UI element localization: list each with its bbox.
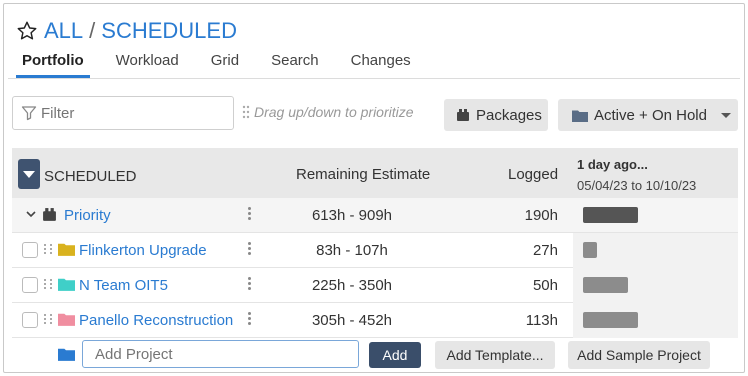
breadcrumb-current[interactable]: SCHEDULED xyxy=(101,18,237,44)
remaining-estimate: 305h - 452h xyxy=(311,312,393,329)
drag-hint-text: Drag up/down to prioritize xyxy=(254,104,414,120)
drag-handle-icon xyxy=(242,105,250,119)
folder-icon xyxy=(58,348,75,361)
folder-icon xyxy=(58,278,75,291)
package-icon xyxy=(457,109,469,121)
table-row[interactable]: Flinkerton Upgrade 83h - 107h 27h xyxy=(12,233,738,268)
timeline-range: 05/04/23 to 10/10/23 xyxy=(577,178,697,193)
remaining-estimate: 83h - 107h xyxy=(316,242,388,259)
folder-icon xyxy=(572,110,588,122)
project-name[interactable]: Panello Reconstruction xyxy=(79,312,233,329)
timeline-bar[interactable] xyxy=(583,277,628,293)
section-title: SCHEDULED xyxy=(44,168,137,185)
logged-hours: 113h xyxy=(525,312,558,329)
folder-icon xyxy=(58,313,75,326)
add-project-row: Add Add Template... Add Sample Project xyxy=(12,338,738,374)
tab-grid[interactable]: Grid xyxy=(205,50,245,78)
breadcrumb-separator: / xyxy=(89,18,96,43)
drag-hint: Drag up/down to prioritize xyxy=(242,104,414,120)
column-header-logged[interactable]: Logged xyxy=(508,166,558,183)
row-checkbox[interactable] xyxy=(22,242,38,258)
packages-button[interactable]: Packages xyxy=(444,99,548,131)
remaining-estimate: 225h - 350h xyxy=(311,277,393,294)
project-name[interactable]: Priority xyxy=(64,207,111,224)
logged-hours: 50h xyxy=(532,277,558,294)
tab-changes[interactable]: Changes xyxy=(345,50,417,78)
timeline-bar[interactable] xyxy=(583,207,638,223)
timeline-bar[interactable] xyxy=(583,312,638,328)
filter-input[interactable] xyxy=(41,104,221,122)
row-checkbox[interactable] xyxy=(22,277,38,293)
table-header: SCHEDULED Remaining Estimate Logged 1 da… xyxy=(12,148,738,198)
breadcrumb-all[interactable]: ALL xyxy=(44,18,83,44)
collapse-toggle-button[interactable] xyxy=(18,159,40,189)
chevron-down-icon xyxy=(720,112,731,118)
tab-workload[interactable]: Workload xyxy=(110,50,185,78)
status-filter-label: Active + On Hold xyxy=(594,106,707,124)
add-button[interactable]: Add xyxy=(369,342,421,368)
add-template-button[interactable]: Add Template... xyxy=(435,341,555,369)
add-project-input[interactable] xyxy=(82,340,359,368)
drag-handle-icon[interactable] xyxy=(44,279,52,291)
tab-bar: Portfolio Workload Grid Search Changes xyxy=(16,50,437,78)
logged-hours: 190h xyxy=(524,207,558,224)
project-name[interactable]: Flinkerton Upgrade xyxy=(79,242,207,259)
more-options-icon[interactable] xyxy=(247,207,253,222)
tabs-divider xyxy=(8,78,740,79)
tab-portfolio[interactable]: Portfolio xyxy=(16,50,90,78)
status-filter-dropdown[interactable]: Active + On Hold xyxy=(558,99,738,131)
folder-icon xyxy=(58,243,75,256)
portfolio-table: SCHEDULED Remaining Estimate Logged 1 da… xyxy=(12,148,738,374)
package-icon xyxy=(43,208,56,221)
table-row[interactable]: Panello Reconstruction 305h - 452h 113h xyxy=(12,303,738,338)
star-icon[interactable] xyxy=(16,20,38,42)
timeline-cell xyxy=(573,233,738,268)
chevron-down-icon[interactable] xyxy=(26,211,36,218)
more-options-icon[interactable] xyxy=(247,312,253,327)
app-window: ALL / SCHEDULED Portfolio Workload Grid … xyxy=(3,3,745,373)
timeline-bar[interactable] xyxy=(583,242,597,258)
tab-search[interactable]: Search xyxy=(265,50,325,78)
logged-hours: 27h xyxy=(532,242,558,259)
row-checkbox[interactable] xyxy=(22,312,38,328)
add-sample-project-button[interactable]: Add Sample Project xyxy=(568,341,710,369)
table-row[interactable]: N Team OIT5 225h - 350h 50h xyxy=(12,268,738,303)
packages-label: Packages xyxy=(476,106,542,124)
table-row-priority[interactable]: Priority 613h - 909h 190h xyxy=(12,198,738,233)
column-header-remaining[interactable]: Remaining Estimate xyxy=(296,166,430,183)
more-options-icon[interactable] xyxy=(247,277,253,292)
filter-field[interactable] xyxy=(12,96,234,130)
filter-icon xyxy=(21,106,37,121)
drag-handle-icon[interactable] xyxy=(44,314,52,326)
column-header-timeline: 1 day ago... 05/04/23 to 10/10/23 xyxy=(577,157,696,193)
page-title: ALL / SCHEDULED xyxy=(16,16,237,46)
more-options-icon[interactable] xyxy=(247,242,253,257)
project-name[interactable]: N Team OIT5 xyxy=(79,277,168,294)
drag-handle-icon[interactable] xyxy=(44,244,52,256)
remaining-estimate: 613h - 909h xyxy=(311,207,393,224)
timeline-updated[interactable]: 1 day ago... xyxy=(577,157,696,172)
